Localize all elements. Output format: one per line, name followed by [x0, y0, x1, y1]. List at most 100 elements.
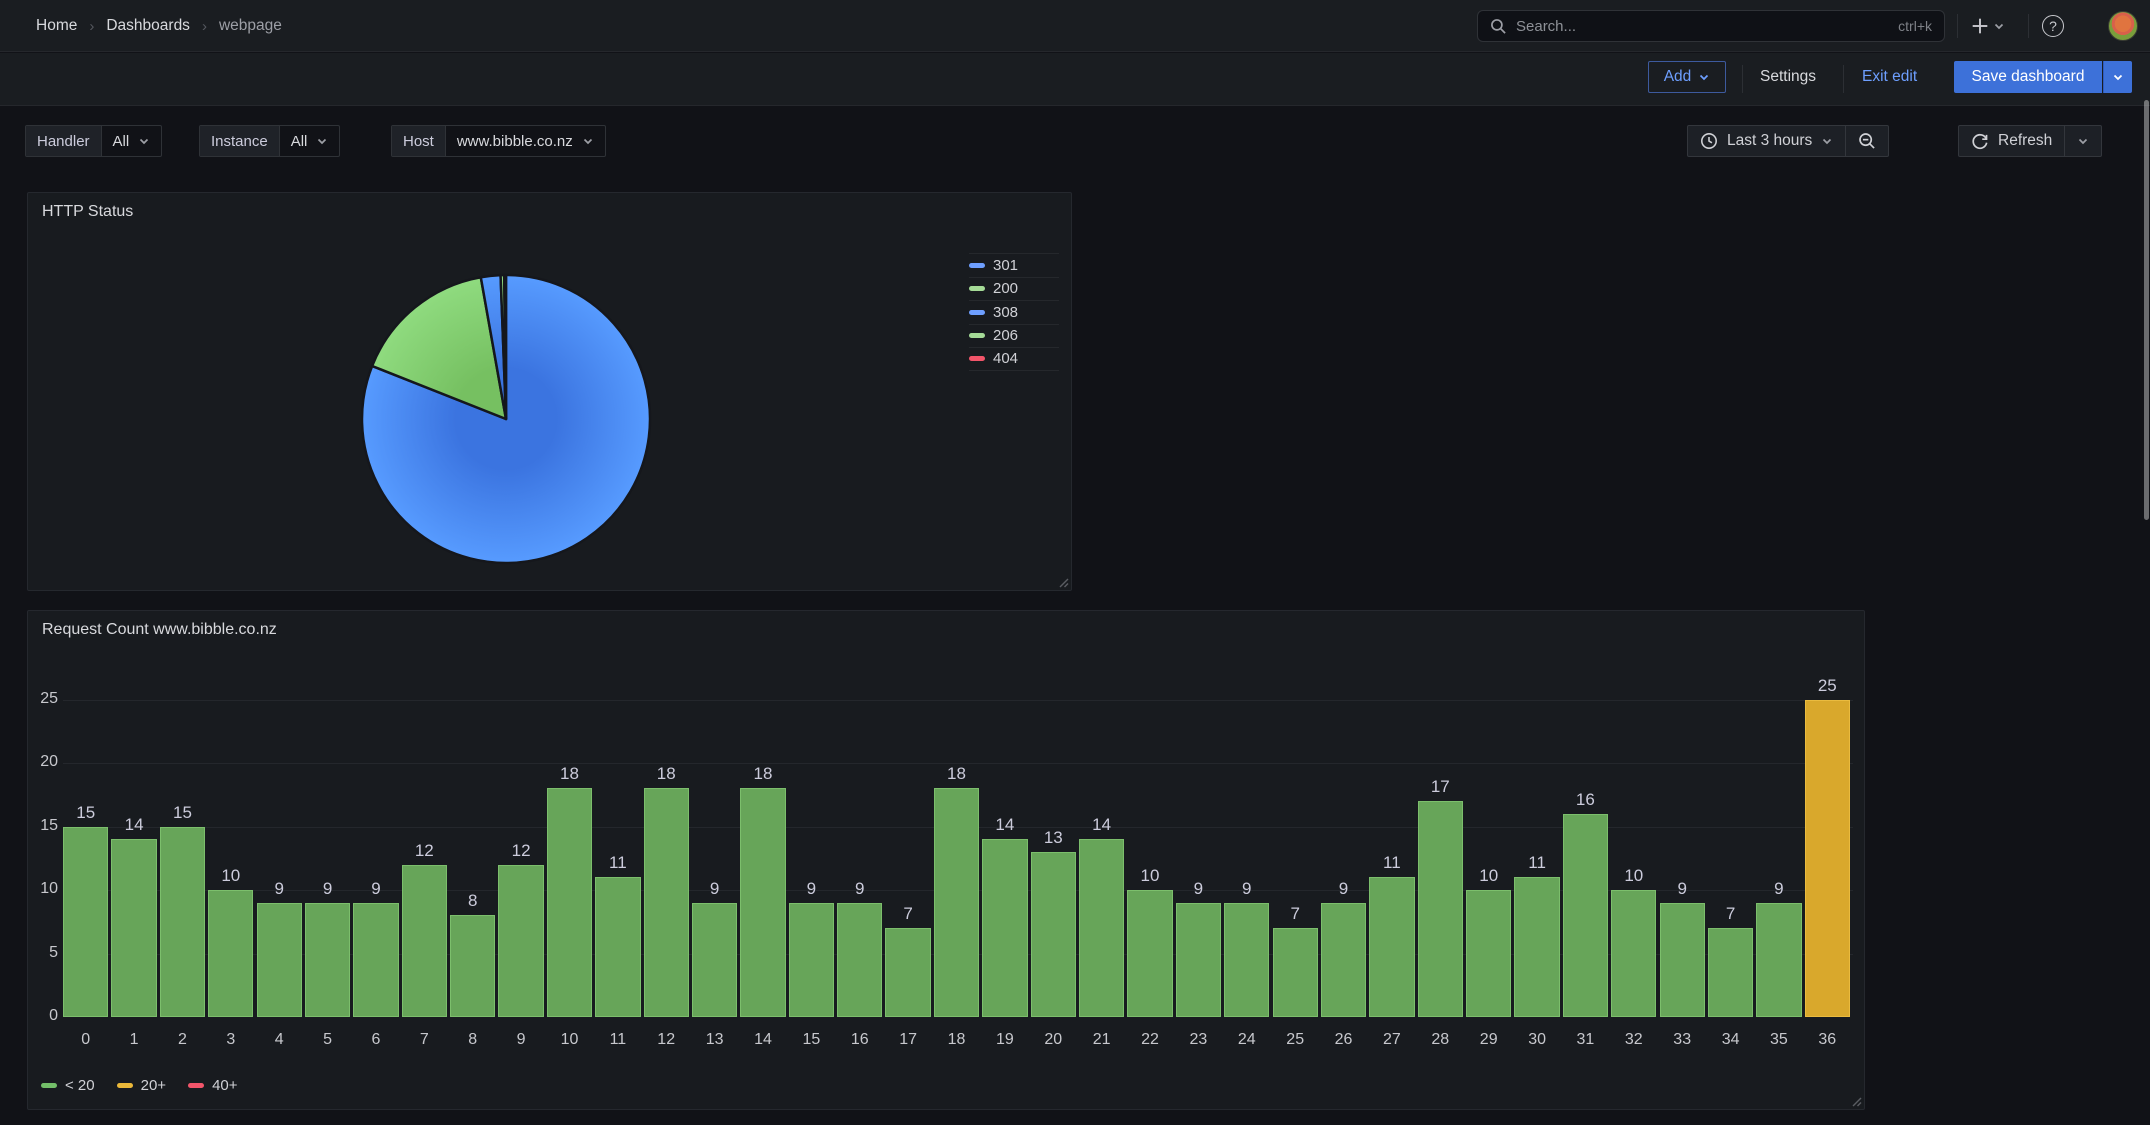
- refresh-button[interactable]: Refresh: [1959, 126, 2064, 156]
- panel-title[interactable]: HTTP Status: [42, 203, 133, 221]
- bar-13[interactable]: [692, 903, 737, 1017]
- chevron-down-icon: [2112, 71, 2124, 83]
- bar-7[interactable]: [402, 865, 447, 1017]
- y-axis-tick-label: 10: [34, 880, 58, 898]
- x-axis-tick-label: 0: [63, 1031, 108, 1049]
- bar-34[interactable]: [1708, 928, 1753, 1017]
- bar-3[interactable]: [208, 890, 253, 1017]
- instance-filter-value[interactable]: All: [280, 126, 340, 156]
- http-status-pie-chart[interactable]: [356, 269, 656, 569]
- bar-16[interactable]: [837, 903, 882, 1017]
- time-range-picker[interactable]: Last 3 hours: [1688, 126, 1845, 156]
- bar-legend-item[interactable]: < 20: [41, 1077, 95, 1094]
- bar-value-label: 18: [547, 764, 592, 784]
- pie-legend-item-206[interactable]: 206: [969, 324, 1059, 348]
- bar-2[interactable]: [160, 827, 205, 1018]
- user-avatar[interactable]: [2108, 11, 2138, 41]
- pie-legend-item-301[interactable]: 301: [969, 253, 1059, 277]
- bar-12[interactable]: [644, 788, 689, 1017]
- bar-35[interactable]: [1756, 903, 1801, 1017]
- pie-legend-item-308[interactable]: 308: [969, 300, 1059, 324]
- bar-29[interactable]: [1466, 890, 1511, 1017]
- bar-30[interactable]: [1514, 877, 1559, 1017]
- handler-filter-selected: All: [113, 133, 130, 150]
- chevron-down-icon: [138, 135, 150, 147]
- bar-0[interactable]: [63, 827, 108, 1018]
- bar-20[interactable]: [1031, 852, 1076, 1017]
- panel-resize-handle[interactable]: [1850, 1095, 1862, 1107]
- breadcrumb-home[interactable]: Home: [36, 17, 77, 35]
- bar-19[interactable]: [982, 839, 1027, 1017]
- pie-legend-item-200[interactable]: 200: [969, 277, 1059, 301]
- save-dashboard-button[interactable]: Save dashboard: [1954, 61, 2102, 93]
- bar-value-label: 10: [1611, 866, 1656, 886]
- request-count-bar-chart[interactable]: 1501411521039495961278812918101111181291…: [63, 611, 1858, 1111]
- bar-9[interactable]: [498, 865, 543, 1017]
- refresh-group: Refresh: [1958, 125, 2102, 157]
- host-filter-value[interactable]: www.bibble.co.nz: [446, 126, 605, 156]
- bar-legend-item[interactable]: 20+: [117, 1077, 166, 1094]
- bar-25[interactable]: [1273, 928, 1318, 1017]
- save-dashboard-options-button[interactable]: [2103, 61, 2132, 93]
- bar-33[interactable]: [1660, 903, 1705, 1017]
- bar-26[interactable]: [1321, 903, 1366, 1017]
- bar-value-label: 18: [740, 764, 785, 784]
- pie-legend-item-404[interactable]: 404: [969, 347, 1059, 371]
- page-scrollbar[interactable]: [2144, 100, 2149, 520]
- request-count-panel[interactable]: Request Count www.bibble.co.nz 051015202…: [27, 610, 1865, 1110]
- search-input[interactable]: Search... ctrl+k: [1477, 10, 1945, 42]
- breadcrumb: Home › Dashboards › webpage: [36, 0, 282, 52]
- settings-button[interactable]: Settings: [1760, 61, 1816, 93]
- bar-8[interactable]: [450, 915, 495, 1017]
- x-axis-tick-label: 32: [1611, 1031, 1656, 1049]
- x-axis-tick-label: 11: [595, 1031, 640, 1049]
- legend-swatch: [969, 263, 985, 268]
- legend-swatch: [969, 286, 985, 291]
- bar-1[interactable]: [111, 839, 156, 1017]
- bar-value-label: 7: [885, 904, 930, 924]
- chevron-down-icon: [1821, 135, 1833, 147]
- bar-18[interactable]: [934, 788, 979, 1017]
- help-button[interactable]: ?: [2042, 10, 2064, 42]
- bar-23[interactable]: [1176, 903, 1221, 1017]
- bar-17[interactable]: [885, 928, 930, 1017]
- bar-15[interactable]: [789, 903, 834, 1017]
- x-axis-tick-label: 22: [1127, 1031, 1172, 1049]
- bar-11[interactable]: [595, 877, 640, 1017]
- x-axis-tick-label: 28: [1418, 1031, 1463, 1049]
- legend-label: 200: [993, 280, 1018, 297]
- bar-legend-item[interactable]: 40+: [188, 1077, 237, 1094]
- bar-6[interactable]: [353, 903, 398, 1017]
- add-panel-button[interactable]: Add: [1648, 61, 1726, 93]
- bar-22[interactable]: [1127, 890, 1172, 1017]
- breadcrumb-dashboards[interactable]: Dashboards: [106, 17, 190, 35]
- add-new-button[interactable]: [1971, 10, 2005, 42]
- handler-filter-value[interactable]: All: [102, 126, 162, 156]
- bar-chart-legend: < 20 20+ 40+: [41, 1077, 238, 1094]
- bar-31[interactable]: [1563, 814, 1608, 1017]
- bar-value-label: 10: [1466, 866, 1511, 886]
- bar-32[interactable]: [1611, 890, 1656, 1017]
- bar-value-label: 15: [160, 803, 205, 823]
- toolbar-divider: [1742, 65, 1743, 93]
- bar-27[interactable]: [1369, 877, 1414, 1017]
- search-placeholder: Search...: [1516, 18, 1889, 35]
- bar-28[interactable]: [1418, 801, 1463, 1017]
- zoom-out-time-button[interactable]: [1846, 126, 1888, 156]
- breadcrumb-separator-icon: ›: [89, 18, 94, 35]
- exit-edit-button[interactable]: Exit edit: [1862, 61, 1917, 93]
- http-status-panel[interactable]: HTTP Status 301 200 308206404: [27, 192, 1072, 591]
- x-axis-tick-label: 24: [1224, 1031, 1269, 1049]
- bar-21[interactable]: [1079, 839, 1124, 1017]
- panel-resize-handle[interactable]: [1057, 576, 1069, 588]
- refresh-interval-button[interactable]: [2065, 126, 2101, 156]
- y-axis-tick-label: 25: [34, 690, 58, 708]
- bar-10[interactable]: [547, 788, 592, 1017]
- bar-14[interactable]: [740, 788, 785, 1017]
- bar-36[interactable]: [1805, 700, 1850, 1018]
- bar-4[interactable]: [257, 903, 302, 1017]
- x-axis-tick-label: 30: [1514, 1031, 1559, 1049]
- bar-24[interactable]: [1224, 903, 1269, 1017]
- top-nav-bar: Home › Dashboards › webpage Search... ct…: [0, 0, 2150, 52]
- bar-5[interactable]: [305, 903, 350, 1017]
